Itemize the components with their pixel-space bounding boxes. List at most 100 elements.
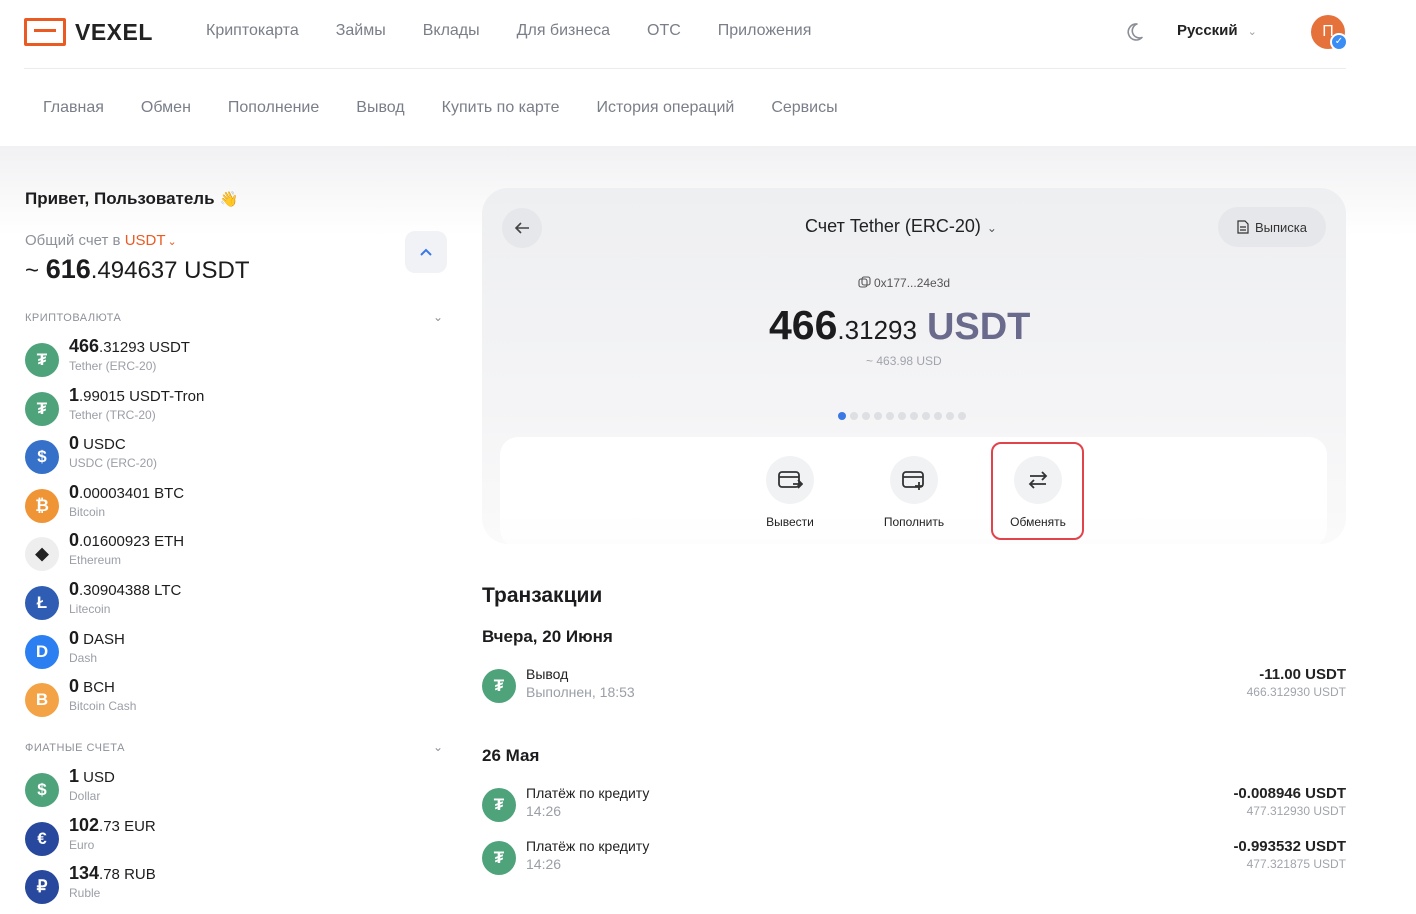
arrow-left-icon — [514, 222, 529, 234]
account-currency-select[interactable]: Общий счет в USDT ⌄ — [25, 232, 177, 249]
account-label: Общий счет в — [25, 232, 121, 249]
chevron-down-icon[interactable]: ⌄ — [433, 310, 443, 324]
asset-currency: DASH — [79, 630, 125, 648]
transaction-row[interactable]: ₮ Вывод Выполнен, 18:53 -11.00 USDT 466.… — [482, 666, 1346, 710]
asset-row[interactable]: $0 USDC USDC (ERC-20) — [25, 433, 445, 479]
nav-apps[interactable]: Приложения — [718, 22, 812, 40]
balance-frac: .31293 — [837, 315, 917, 345]
asset-name: Tether (TRC-20) — [69, 407, 156, 422]
withdraw-label: Вывести — [766, 515, 814, 529]
asset-row[interactable]: ₮ 466.31293 USDT Tether (ERC-20) — [25, 336, 445, 382]
dash-icon: D — [25, 634, 59, 669]
asset-row[interactable]: D0 DASH Dash — [25, 628, 445, 674]
wallet-address[interactable]: 0x177...24e3d — [858, 276, 950, 290]
asset-row[interactable]: ◆ 0.01600923 ETH Ethereum — [25, 530, 445, 576]
asset-row[interactable]: ₽134.78 RUB Ruble — [25, 863, 445, 909]
chevron-down-icon[interactable]: ⌄ — [433, 740, 443, 754]
nav-business[interactable]: Для бизнеса — [517, 22, 610, 40]
language-select[interactable]: Русский ⌄ — [1177, 22, 1257, 39]
pagination-dot[interactable] — [934, 412, 942, 420]
greeting: Привет, Пользователь 👋 — [25, 189, 238, 209]
asset-amount-int: 466 — [69, 336, 100, 356]
pagination-dot[interactable] — [958, 412, 966, 420]
asset-row[interactable]: $1 USD Dollar — [25, 766, 445, 812]
pagination-dot[interactable] — [910, 412, 918, 420]
chevron-down-icon: ⌄ — [1247, 26, 1257, 38]
language-label: Русский — [1177, 22, 1238, 39]
nav-crypto-card[interactable]: Криптокарта — [206, 22, 299, 40]
chevron-up-icon — [420, 248, 432, 256]
nav-deposits[interactable]: Вклады — [423, 22, 480, 40]
subnav-history[interactable]: История операций — [597, 99, 735, 117]
asset-currency: USD — [79, 769, 115, 786]
withdraw-icon — [778, 471, 803, 489]
asset-row[interactable]: Ł 0.30904388 LTC Litecoin — [25, 579, 445, 625]
asset-amount-int: 0 — [69, 627, 80, 648]
pagination-dot[interactable] — [946, 412, 954, 420]
deposit-button[interactable]: Пополнить — [874, 456, 954, 529]
pagination-dot[interactable] — [874, 412, 882, 420]
asset-name: Bitcoin Cash — [69, 699, 137, 714]
tx-date-heading: 26 Мая — [482, 746, 540, 765]
main-nav: Криптокарта Займы Вклады Для бизнеса OTC… — [206, 22, 848, 40]
fiat-section-title: ФИАТНЫЕ СЧЕТА — [25, 742, 125, 754]
asset-amount-int: 134 — [69, 863, 100, 884]
asset-currency: EUR — [119, 817, 156, 835]
pagination-dot[interactable] — [862, 412, 870, 420]
nav-loans[interactable]: Займы — [336, 22, 386, 40]
wave-emoji-icon: 👋 — [219, 191, 239, 208]
moon-icon[interactable] — [1122, 20, 1146, 44]
pagination-dot[interactable] — [898, 412, 906, 420]
tx-amount: -0.993532 USDT — [1233, 838, 1346, 855]
tx-status: 14:26 — [526, 803, 562, 819]
asset-amount: 0.00003401 BTC — [69, 482, 184, 503]
asset-amount-int: 0 — [69, 433, 80, 454]
subnav-deposit[interactable]: Пополнение — [228, 99, 319, 117]
asset-amount: 466.31293 USDT — [69, 336, 190, 357]
pagination-dots[interactable] — [838, 412, 966, 420]
tether-icon: ₮ — [482, 788, 516, 822]
deposit-icon — [902, 471, 924, 490]
transaction-row[interactable]: ₮ Платёж по кредиту 14:26 -0.008946 USDT… — [482, 785, 1346, 829]
balance-int: 466 — [769, 302, 838, 348]
asset-amount: 0 BCH — [69, 676, 115, 697]
asset-currency: ETH — [149, 533, 185, 551]
pagination-dot[interactable] — [838, 412, 846, 420]
tether-icon: ₮ — [482, 841, 516, 875]
subnav-services[interactable]: Сервисы — [771, 99, 837, 117]
subnav-exchange[interactable]: Обмен — [141, 99, 191, 117]
account-currency: USDT — [124, 232, 166, 249]
subnav-withdraw[interactable]: Вывод — [356, 99, 404, 117]
back-button[interactable] — [502, 208, 542, 248]
exchange-highlight — [991, 442, 1084, 540]
pagination-dot[interactable] — [886, 412, 894, 420]
collapse-button[interactable] — [405, 231, 447, 273]
asset-amount-int: 0 — [69, 530, 80, 551]
pagination-dot[interactable] — [850, 412, 858, 420]
crypto-section-title: КРИПТОВАЛЮТА — [25, 312, 122, 324]
asset-name: Ethereum — [69, 553, 122, 568]
tx-name: Платёж по кредиту — [526, 785, 650, 801]
asset-row[interactable]: ₮ 1.99015 USDT-Tron Tether (TRC-20) — [25, 385, 445, 431]
asset-row[interactable]: ₿ 0.00003401 BTC Bitcoin — [25, 482, 445, 528]
asset-row[interactable]: B0 BCH Bitcoin Cash — [25, 676, 445, 722]
withdraw-button[interactable]: Вывести — [750, 456, 830, 529]
account-title: Счет Tether (ERC-20) — [805, 216, 981, 236]
account-balance: 466.31293 USDT — [769, 302, 1030, 349]
statement-button[interactable]: Выписка — [1218, 207, 1326, 247]
logo[interactable]: VEXEL — [24, 18, 153, 46]
nav-otc[interactable]: OTC — [647, 22, 681, 40]
transaction-row[interactable]: ₮ Платёж по кредиту 14:26 -0.993532 USDT… — [482, 838, 1346, 882]
pagination-dot[interactable] — [922, 412, 930, 420]
tx-date-heading: Вчера, 20 Июня — [482, 627, 613, 646]
subnav-home[interactable]: Главная — [43, 99, 104, 117]
litecoin-icon: Ł — [25, 586, 59, 620]
asset-row[interactable]: €102.73 EUR Euro — [25, 815, 445, 861]
account-title-select[interactable]: Счет Tether (ERC-20) ⌄ — [805, 216, 997, 237]
verified-badge-icon: ✓ — [1330, 33, 1348, 51]
subnav-buy-by-card[interactable]: Купить по карте — [442, 99, 560, 117]
euro-icon: € — [25, 821, 59, 856]
asset-currency: LTC — [149, 582, 182, 599]
asset-amount: 0.01600923 ETH — [69, 530, 184, 551]
top-header: VEXEL Криптокарта Займы Вклады Для бизне… — [0, 0, 1416, 70]
